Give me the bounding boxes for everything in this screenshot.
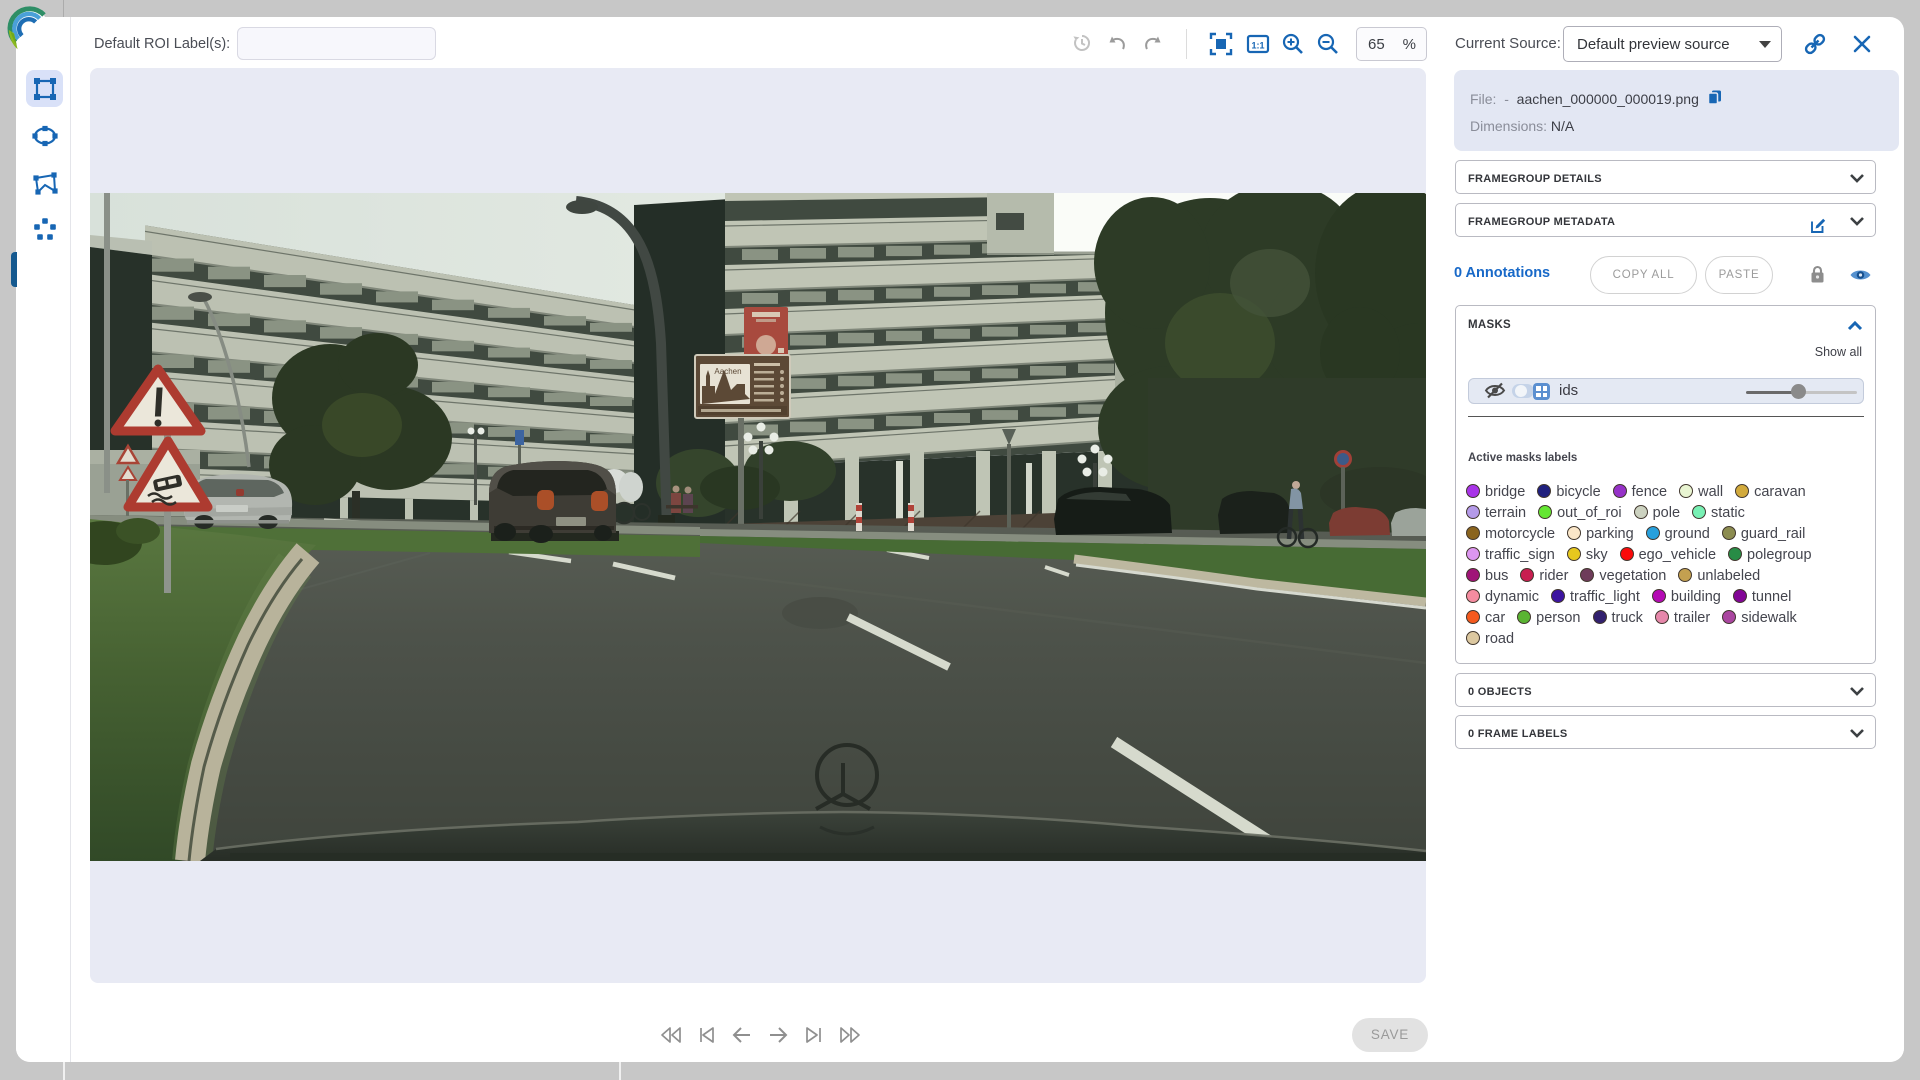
svg-text:1:1: 1:1 [1251, 41, 1264, 51]
svg-text:Aachen: Aachen [714, 367, 741, 376]
